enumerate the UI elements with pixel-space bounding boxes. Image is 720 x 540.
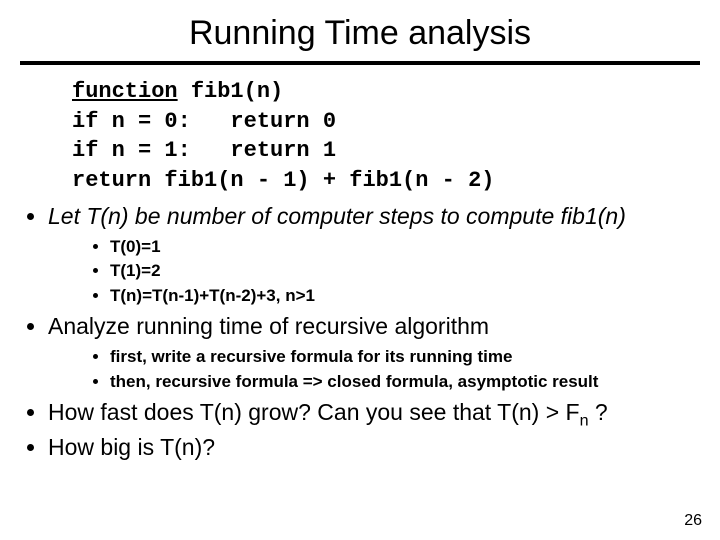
b3-post: ? xyxy=(589,399,608,425)
b1-sub-2: T(n)=T(n-1)+T(n-2)+3, n>1 xyxy=(110,284,720,309)
title-rule xyxy=(20,61,700,65)
b2-sub-0: first, write a recursive formula for its… xyxy=(110,345,720,370)
b1-sub-1: T(1)=2 xyxy=(110,259,720,284)
bullet-2: Analyze running time of recursive algori… xyxy=(48,312,720,394)
b2-text: Analyze running time of recursive algori… xyxy=(48,313,489,339)
bullet-3: How fast does T(n) grow? Can you see tha… xyxy=(48,398,720,431)
code-line-2: if n = 0: return 0 xyxy=(72,109,336,134)
bullet-1-sublist: T(0)=1 T(1)=2 T(n)=T(n-1)+T(n-2)+3, n>1 xyxy=(48,235,720,309)
page-number: 26 xyxy=(684,512,702,530)
slide: Running Time analysis function fib1(n) i… xyxy=(0,0,720,540)
bullet-list: Let T(n) be number of computer steps to … xyxy=(0,202,720,462)
bullet-1-text: Let T(n) be number of computer steps to … xyxy=(48,203,626,229)
code-line-3: if n = 1: return 1 xyxy=(72,138,336,163)
bullet-1: Let T(n) be number of computer steps to … xyxy=(48,202,720,309)
code-fn-name: fib1(n) xyxy=(191,79,283,104)
code-block: function fib1(n) if n = 0: return 0 if n… xyxy=(72,77,720,196)
code-line-4: return fib1(n - 1) + fib1(n - 2) xyxy=(72,168,494,193)
b3-pre: How fast does T(n) grow? Can you see tha… xyxy=(48,399,580,425)
bullet-2-sublist: first, write a recursive formula for its… xyxy=(48,345,720,394)
b1-tn: T(n) xyxy=(86,203,128,229)
b1-post: be number of computer steps to compute f… xyxy=(129,203,626,229)
b3-subscript: n xyxy=(580,412,589,430)
b1-sub-0: T(0)=1 xyxy=(110,235,720,260)
b1-pre: Let xyxy=(48,203,86,229)
bullet-4: How big is T(n)? xyxy=(48,433,720,462)
code-keyword: function xyxy=(72,79,178,104)
slide-title: Running Time analysis xyxy=(0,0,720,61)
b2-sub-1: then, recursive formula => closed formul… xyxy=(110,370,720,395)
